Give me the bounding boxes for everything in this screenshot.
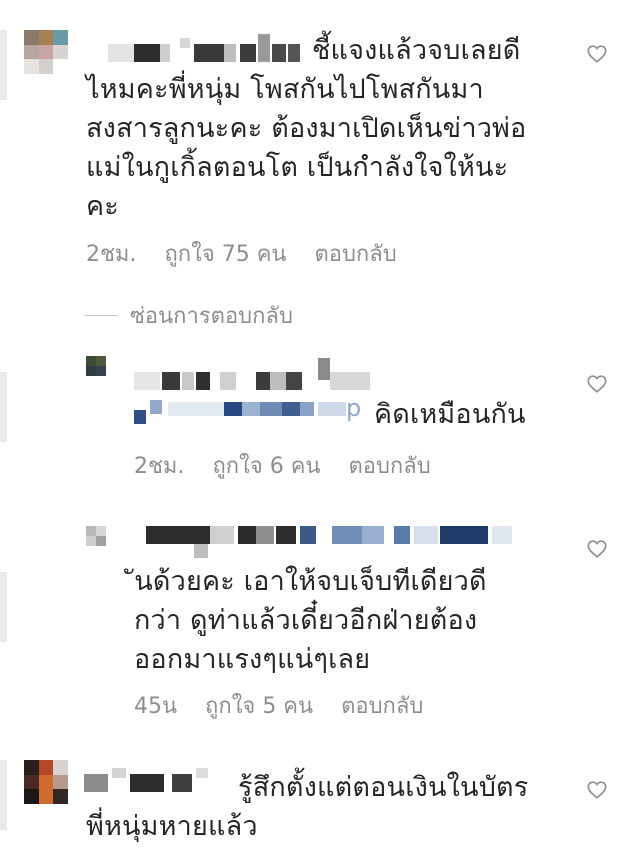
hide-replies-label: ซ่อนการตอบกลับ <box>130 304 293 329</box>
heart-icon[interactable] <box>586 43 608 65</box>
comment-text: ชี้แจงแล้วจบเลยดี ไหมคะพี่หนุ่ม โพสกันไป… <box>86 35 527 222</box>
comment-2: รู้สึกตั้งแต่ตอนเงินในบัตร พี่หนุ่มหายแล… <box>0 740 640 854</box>
comment-text: รู้สึกตั้งแต่ตอนเงินในบัตร พี่หนุ่มหายแล… <box>86 772 529 842</box>
mention-suffix[interactable]: p <box>346 394 361 422</box>
comment-meta: 2ชม. ถูกใจ 75 คน ตอบกลับ <box>86 236 397 271</box>
heart-icon[interactable] <box>586 373 608 395</box>
comment-meta: 2ชม. ถูกใจ 6 คน ตอบกลับ <box>134 448 431 483</box>
likes-count[interactable]: ถูกใจ 5 คน <box>205 688 313 723</box>
reply-2: ันด้วยคะ เอาให้จบเจ็บทีเดียวดี กว่า ดูท่… <box>0 510 640 725</box>
avatar[interactable] <box>24 30 68 74</box>
hide-replies-button[interactable]: ซ่อนการตอบกลับ <box>84 298 293 333</box>
timestamp: 45น <box>134 694 178 719</box>
comment-text: คิดเหมือนกัน <box>374 399 526 430</box>
divider-line <box>84 315 118 316</box>
reply-1: p คิดเหมือนกัน 2ชม. ถูกใจ 6 คน ตอบกลับ <box>0 340 640 490</box>
likes-count[interactable]: ถูกใจ 6 คน <box>212 448 320 483</box>
left-edge-marker <box>0 572 7 642</box>
left-edge-marker <box>0 760 7 830</box>
comment-text: ันด้วยคะ เอาให้จบเจ็บทีเดียวดี กว่า ดูท่… <box>134 566 487 675</box>
comment-meta: 45น ถูกใจ 5 คน ตอบกลับ <box>134 688 423 723</box>
timestamp: 2ชม. <box>86 242 137 267</box>
likes-count[interactable]: ถูกใจ 75 คน <box>164 236 286 271</box>
left-edge-marker <box>0 372 7 442</box>
comment-1: ชี้แจงแล้วจบเลยดี ไหมคะพี่หนุ่ม โพสกันไป… <box>0 0 640 290</box>
reply-button[interactable]: ตอบกลับ <box>348 448 430 483</box>
reply-button[interactable]: ตอบกลับ <box>314 236 396 271</box>
avatar[interactable] <box>86 356 116 386</box>
avatar[interactable] <box>24 760 68 804</box>
reply-button[interactable]: ตอบกลับ <box>341 688 423 723</box>
left-edge-marker <box>0 30 7 100</box>
avatar[interactable] <box>86 526 116 556</box>
timestamp: 2ชม. <box>134 454 185 479</box>
heart-icon[interactable] <box>586 779 608 801</box>
heart-icon[interactable] <box>586 538 608 560</box>
